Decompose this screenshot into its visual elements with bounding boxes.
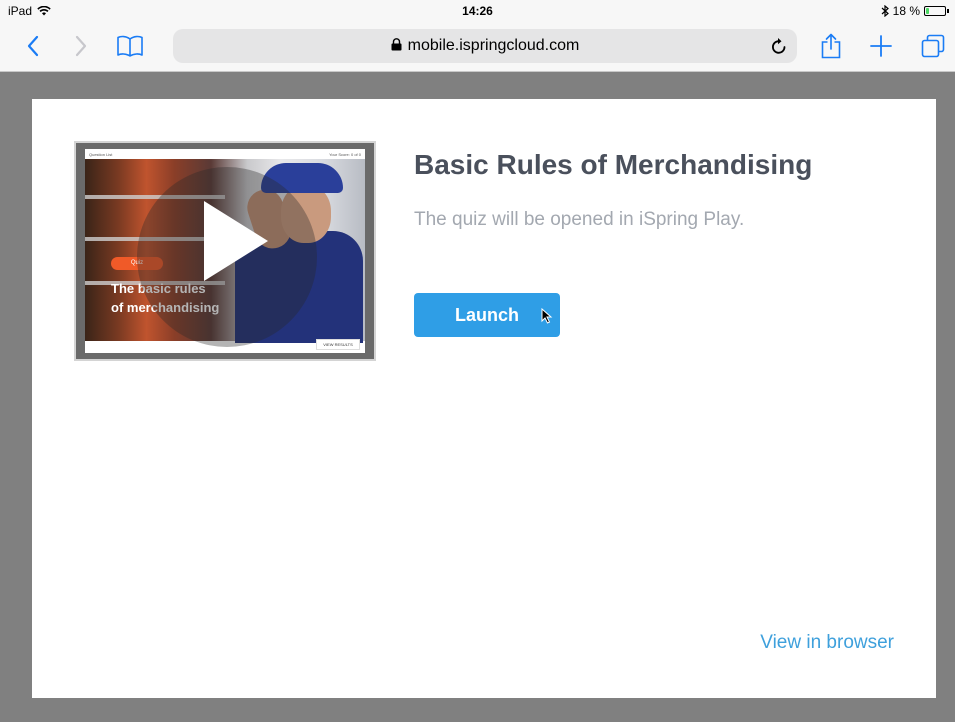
- url-text: mobile.ispringcloud.com: [407, 37, 580, 54]
- view-results-button: VIEW RESULTS: [316, 339, 360, 350]
- forward-icon: [75, 35, 87, 57]
- reload-icon: [772, 38, 786, 54]
- new-tab-icon: [870, 35, 892, 57]
- launch-label: Launch: [454, 305, 519, 325]
- play-icon[interactable]: [204, 201, 268, 281]
- bluetooth-icon: [881, 5, 889, 17]
- slide-header: Question List Your Score: 0 of 0: [85, 149, 365, 159]
- battery-level: [926, 8, 929, 14]
- forward-button[interactable]: [66, 31, 96, 61]
- slide-question-list: Question List: [89, 152, 113, 157]
- address-bar[interactable]: mobile.ispringcloud.com: [173, 29, 797, 63]
- share-icon: [821, 33, 841, 59]
- launch-button[interactable]: Launch: [414, 293, 560, 337]
- lock-icon: [391, 38, 402, 51]
- tabs-icon: [921, 34, 945, 58]
- back-icon: [27, 35, 39, 57]
- tabs-button[interactable]: [918, 31, 948, 61]
- bookmarks-icon: [117, 35, 143, 57]
- clock: 14:26: [462, 4, 493, 18]
- course-title: Basic Rules of Merchandising: [414, 149, 813, 180]
- battery-icon: [924, 6, 946, 16]
- content-card: Question List Your Score: 0 of 0 Quiz Th…: [32, 99, 936, 698]
- reload-button[interactable]: [767, 34, 791, 58]
- url-display[interactable]: mobile.ispringcloud.com: [173, 37, 797, 55]
- slide-preview: Question List Your Score: 0 of 0 Quiz Th…: [85, 149, 365, 353]
- share-button[interactable]: [816, 31, 846, 61]
- status-bar: iPad 14:26 18 %: [0, 0, 955, 22]
- bookmarks-button[interactable]: [115, 31, 145, 61]
- mouse-pointer-icon: [541, 308, 553, 324]
- slide-score: Your Score: 0 of 0: [329, 152, 361, 157]
- course-subtitle: The quiz will be opened in iSpring Play.: [414, 209, 745, 230]
- course-thumbnail[interactable]: Question List Your Score: 0 of 0 Quiz Th…: [74, 141, 376, 361]
- battery-percent: 18 %: [892, 4, 920, 18]
- back-button[interactable]: [18, 31, 48, 61]
- battery-tip: [947, 9, 949, 13]
- view-in-browser-link[interactable]: View in browser: [760, 632, 894, 654]
- status-right: 18 %: [881, 4, 949, 18]
- new-tab-button[interactable]: [866, 31, 896, 61]
- browser-toolbar: mobile.ispringcloud.com: [0, 22, 955, 72]
